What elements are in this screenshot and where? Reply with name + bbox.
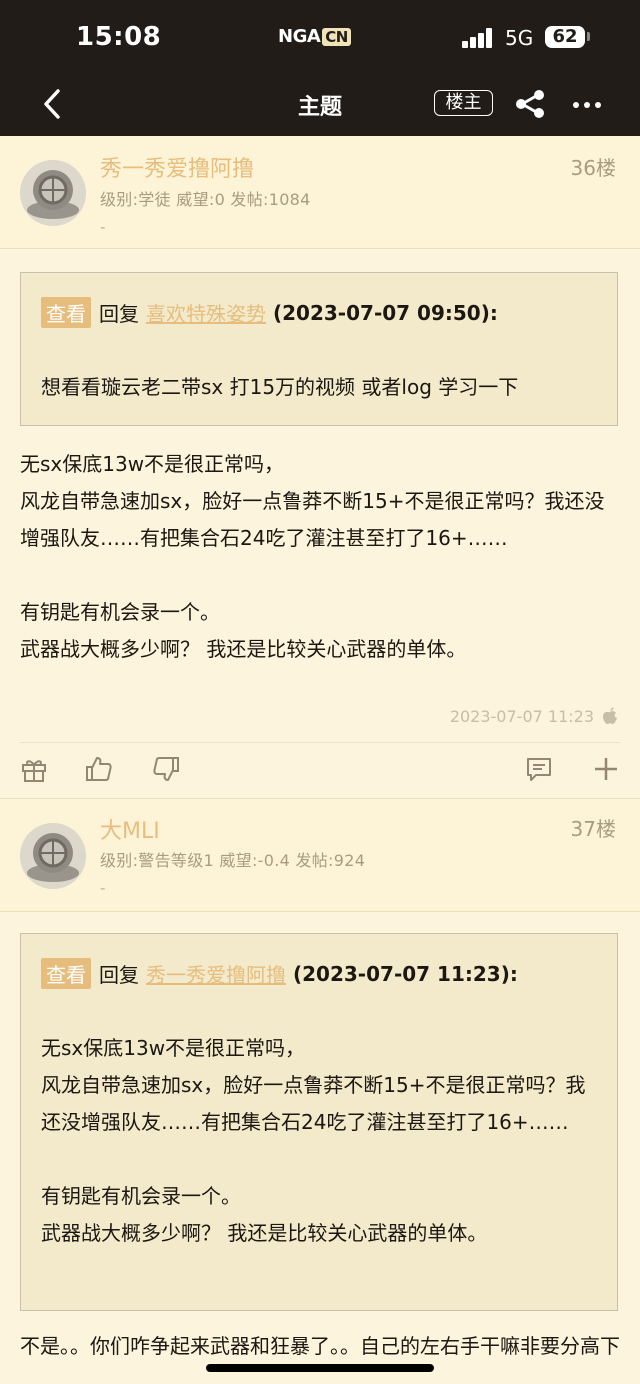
brand-suffix: CN <box>322 27 351 46</box>
reply-to-user[interactable]: 秀一秀爱撸阿撸 <box>146 959 286 988</box>
quote-block: 查看 回复 喜欢特殊姿势 (2023-07-07 09:50): 想看看璇云老二… <box>20 272 618 426</box>
diving-helmet-icon <box>20 823 86 889</box>
view-tag[interactable]: 查看 <box>41 958 91 989</box>
quote-date: (2023-07-07 09:50): <box>273 300 498 325</box>
comment-icon[interactable] <box>525 755 553 783</box>
quote-line: 无sx保底13w不是很正常吗， <box>41 1036 306 1060</box>
status-time: 15:08 <box>76 22 162 52</box>
post-content: 无sx保底13w不是很正常吗， 风龙自带急速加sx，脸好一点鲁莽不断15+不是很… <box>20 446 620 668</box>
post-header: 秀一秀爱撸阿撸 级别:学徒 威望:0 发帖:1084 - 36楼 <box>0 136 640 249</box>
quote-block: 查看 回复 秀一秀爱撸阿撸 (2023-07-07 11:23): 无sx保底1… <box>20 933 618 1311</box>
reply-word: 回复 <box>99 302 139 326</box>
user-meta: 级别:学徒 威望:0 发帖:1084 <box>100 190 311 209</box>
thumbs-down-icon[interactable] <box>152 755 180 783</box>
post-content: 不是。。你们咋争起来武器和狂暴了。。自己的左右手干嘛非要分高下 <box>20 1328 620 1365</box>
user-signature: - <box>100 879 106 897</box>
floor-number: 36楼 <box>570 156 616 180</box>
app-brand-logo: NGA CN <box>278 26 351 47</box>
content-line: 有钥匙有机会录一个。 <box>20 600 220 624</box>
username[interactable]: 大MLI <box>100 813 160 845</box>
thumbs-up-icon[interactable] <box>85 755 113 783</box>
more-dots-icon[interactable] <box>572 90 602 120</box>
apple-icon <box>603 707 617 724</box>
reply-to-user[interactable]: 喜欢特殊姿势 <box>146 298 266 327</box>
floor-number: 37楼 <box>570 817 616 841</box>
share-icon[interactable] <box>514 89 546 119</box>
divider <box>20 742 620 743</box>
diving-helmet-icon <box>20 160 86 226</box>
user-signature: - <box>100 218 106 236</box>
op-only-button[interactable]: 楼主 <box>434 90 493 116</box>
plus-icon[interactable] <box>592 755 620 783</box>
quote-line: 有钥匙有机会录一个。 <box>41 1184 241 1208</box>
quote-text: 想看看璇云老二带sx 打15万的视频 或者log 学习一下 <box>41 375 519 399</box>
brand-text: NGA <box>278 26 321 47</box>
avatar[interactable] <box>20 160 86 226</box>
post-header: 大MLI 级别:警告等级1 威望:-0.4 发帖:924 - 37楼 <box>0 798 640 912</box>
battery-nub <box>587 32 590 41</box>
post-timestamp: 2023-07-07 11:23 <box>450 707 618 726</box>
quote-line: 风龙自带急速加sx，脸好一点鲁莽不断15+不是很正常吗？我还没增强队友……有把集… <box>41 1073 586 1134</box>
quote-text: 无sx保底13w不是很正常吗， 风龙自带急速加sx，脸好一点鲁莽不断15+不是很… <box>41 1030 599 1252</box>
view-tag[interactable]: 查看 <box>41 297 91 328</box>
quote-line <box>41 1141 599 1178</box>
username[interactable]: 秀一秀爱撸阿撸 <box>100 151 254 183</box>
avatar[interactable] <box>20 823 86 889</box>
timestamp-text: 2023-07-07 11:23 <box>449 707 594 726</box>
content-line: 无sx保底13w不是很正常吗， <box>20 452 285 476</box>
quote-date: (2023-07-07 11:23): <box>293 961 518 986</box>
network-label: 5G <box>505 26 534 50</box>
user-meta: 级别:警告等级1 威望:-0.4 发帖:924 <box>100 851 366 870</box>
home-indicator[interactable] <box>206 1364 434 1372</box>
content-line <box>20 557 620 594</box>
signal-icon <box>462 28 494 48</box>
content-line: 不是。。你们咋争起来武器和狂暴了。。自己的左右手干嘛非要分高下 <box>20 1334 620 1358</box>
quote-line: 武器战大概多少啊？ 我还是比较关心武器的单体。 <box>41 1221 488 1245</box>
battery-icon: 62 <box>545 26 585 48</box>
status-bar: 15:08 NGA CN 5G 62 <box>0 0 640 72</box>
gift-icon[interactable] <box>20 755 48 783</box>
nav-bar: 主题 楼主 <box>0 72 640 136</box>
reply-word: 回复 <box>99 963 139 987</box>
content-line: 风龙自带急速加sx，脸好一点鲁莽不断15+不是很正常吗？我还没增强队友……有把集… <box>20 489 605 550</box>
quote-header: 查看 回复 秀一秀爱撸阿撸 (2023-07-07 11:23): <box>41 958 518 989</box>
content-line: 武器战大概多少啊？ 我还是比较关心武器的单体。 <box>20 637 467 661</box>
quote-header: 查看 回复 喜欢特殊姿势 (2023-07-07 09:50): <box>41 297 498 328</box>
